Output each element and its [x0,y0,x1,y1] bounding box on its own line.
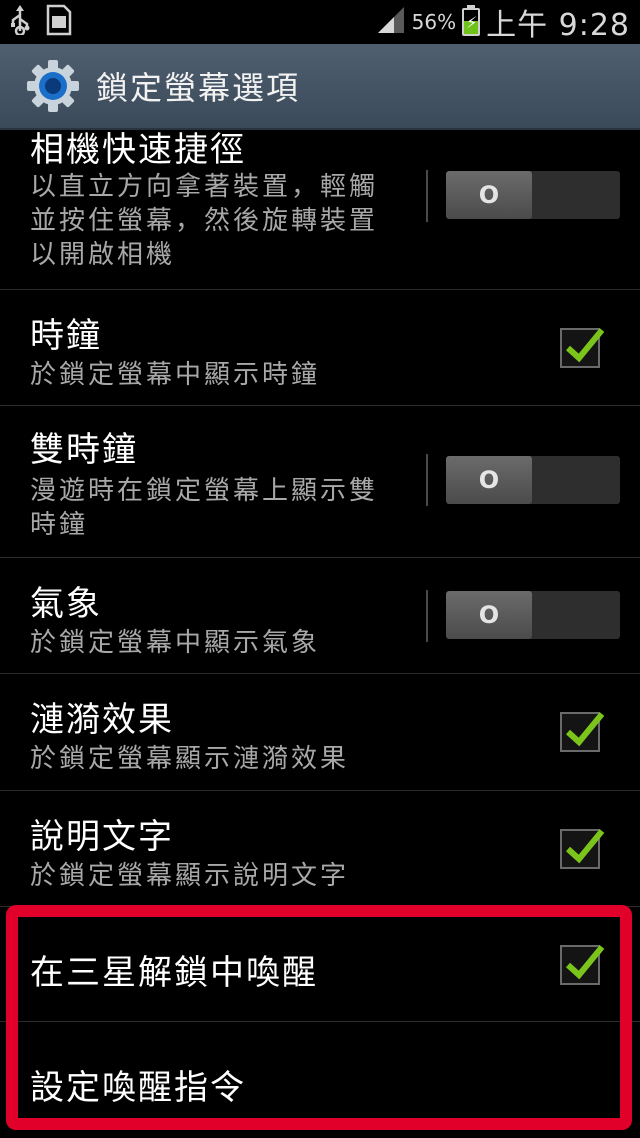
check-icon [565,829,605,864]
setting-description: 於鎖定螢幕顯示說明文字 [30,861,350,891]
setting-title: 說明文字 [30,817,174,857]
setting-title: 設定喚醒指令 [30,1068,246,1108]
toggle-knob: O [446,171,532,219]
action-bar: 鎖定螢幕選項 [0,44,640,130]
setting-description: 以直立方向拿著裝置，輕觸並按住螢幕，然後旋轉裝置以開啟相機 [30,172,379,270]
setting-description: 於鎖定螢幕中顯示時鐘 [30,360,321,390]
help-text-checkbox[interactable] [560,829,605,869]
setting-title: 相機快速捷徑 [30,130,246,170]
status-bar: 56% ⚡ 上午 9:28 [0,0,640,44]
setting-set-wake-up-command[interactable]: 設定喚醒指令 [0,1022,640,1138]
toggle-knob: O [446,591,532,639]
screen: 56% ⚡ 上午 9:28 鎖定螢幕選項 相機快速捷徑 以直立方向拿著裝置，輕觸… [0,0,640,1138]
setting-description: 於鎖定螢幕中顯示氣象 [30,628,321,658]
clock-checkbox[interactable] [560,328,605,368]
setting-description: 於鎖定螢幕顯示漣漪效果 [30,744,350,774]
clock-time: 上午 9:28 [486,8,630,43]
divider [426,590,428,642]
setting-description: 漫遊時在鎖定螢幕上顯示雙時鐘 [30,476,379,540]
setting-clock[interactable]: 時鐘 於鎖定螢幕中顯示時鐘 [0,290,640,406]
setting-ripple-effect[interactable]: 漣漪效果 於鎖定螢幕顯示漣漪效果 [0,674,640,791]
setting-camera-shortcut[interactable]: 相機快速捷徑 以直立方向拿著裝置，輕觸並按住螢幕，然後旋轉裝置以開啟相機 O [0,130,640,290]
setting-dual-clock[interactable]: 雙時鐘 漫遊時在鎖定螢幕上顯示雙時鐘 O [0,406,640,558]
setting-wake-up-in-samsung-unlock[interactable]: 在三星解鎖中喚醒 [0,907,640,1022]
sd-card-icon [44,4,72,41]
setting-title: 雙時鐘 [30,430,138,470]
check-icon [565,328,605,363]
setting-title: 在三星解鎖中喚醒 [30,953,318,993]
settings-list[interactable]: 相機快速捷徑 以直立方向拿著裝置，輕觸並按住螢幕，然後旋轉裝置以開啟相機 O 時… [0,130,640,1138]
page-title: 鎖定螢幕選項 [96,69,301,107]
camera-shortcut-toggle[interactable]: O [446,171,620,219]
setting-title: 氣象 [30,584,102,624]
battery-percent: 56% [411,10,457,34]
settings-gear-icon[interactable] [26,59,80,113]
dual-clock-toggle[interactable]: O [446,456,620,504]
weather-toggle[interactable]: O [446,591,620,639]
setting-weather[interactable]: 氣象 於鎖定螢幕中顯示氣象 O [0,558,640,674]
divider [426,170,428,222]
toggle-knob: O [446,456,532,504]
check-icon [565,945,605,980]
setting-title: 時鐘 [30,316,102,356]
divider [426,454,428,506]
usb-icon [10,4,30,40]
setting-title: 漣漪效果 [30,700,174,740]
setting-help-text[interactable]: 說明文字 於鎖定螢幕顯示說明文字 [0,791,640,907]
wake-up-checkbox[interactable] [560,945,605,985]
ripple-effect-checkbox[interactable] [560,712,605,752]
check-icon [565,712,605,747]
battery-charging-icon: ⚡ [462,5,481,36]
signal-icon [376,5,406,39]
